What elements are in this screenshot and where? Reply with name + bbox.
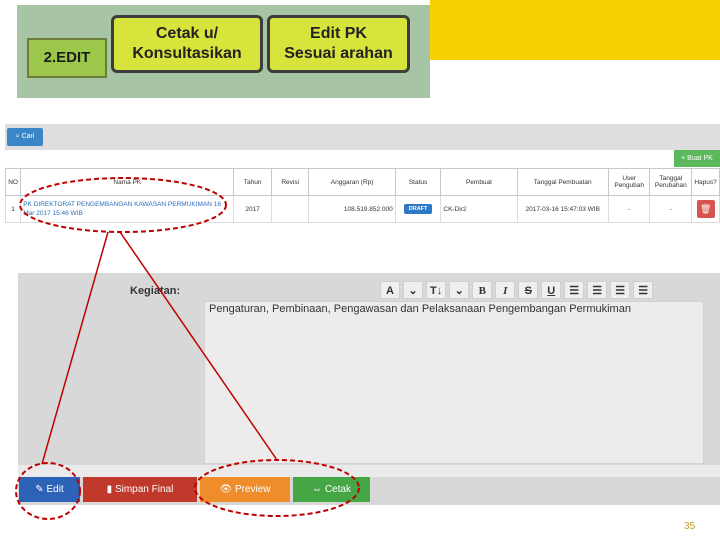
th-revisi: Revisi xyxy=(270,168,310,196)
underline-button[interactable]: U xyxy=(541,281,562,299)
ordered-list-icon[interactable]: ☰ xyxy=(587,281,608,299)
header-yellow-band xyxy=(430,0,720,60)
bold-button[interactable]: B xyxy=(472,281,493,299)
cell-revisi xyxy=(270,195,310,223)
th-user-pengubah: User Pengubah xyxy=(607,168,651,196)
edit-step-tab: 2.EDIT xyxy=(27,38,107,78)
edit-button[interactable]: ✎ Edit xyxy=(19,477,80,502)
print-icon: ⇔ xyxy=(312,484,325,495)
kegiatan-editor[interactable]: Pengaturan, Pembinaan, Pengawasan dan Pe… xyxy=(204,301,704,464)
text-size-button[interactable]: T↓ xyxy=(426,281,447,299)
cetak-label: Cetak xyxy=(324,484,351,495)
page-number: 35 xyxy=(684,521,696,532)
th-status: Status xyxy=(394,168,442,196)
font-color-button[interactable]: A xyxy=(380,281,400,299)
kegiatan-label: Kegiatan: xyxy=(130,285,181,297)
edit-label: Edit xyxy=(46,484,64,495)
table-header-row: NO Nama PK Tahun Revisi Anggaran (Rp) St… xyxy=(4,168,720,196)
align-left-icon[interactable]: ☰ xyxy=(610,281,631,299)
list-icon[interactable]: ☰ xyxy=(564,281,585,299)
editor-toolbar: A ⌄ T↓ ⌄ B I S U ☰ ☰ ☰ ☰ xyxy=(380,281,695,301)
text-size-dropdown[interactable]: ⌄ xyxy=(449,281,470,299)
step-banner: 2.EDIT Cetak u/ Konsultasikan Edit PK Se… xyxy=(17,5,430,98)
eye-icon: 👁 xyxy=(219,484,235,495)
cell-nama-link[interactable]: PK DIREKTORAT PENGEMBANGAN KAWASAN PERMU… xyxy=(20,195,235,223)
preview-button[interactable]: 👁 Preview xyxy=(200,477,290,502)
buat-pk-button[interactable]: + Buat PK xyxy=(674,150,720,167)
strikethrough-button[interactable]: S xyxy=(518,281,539,299)
cetak-konsultasikan-pill: Cetak u/ Konsultasikan xyxy=(111,15,263,73)
simpan-final-button[interactable]: ▮ Simpan Final xyxy=(83,477,197,502)
edit-pk-pill: Edit PK Sesuai arahan xyxy=(267,15,410,73)
align-center-icon[interactable]: ☰ xyxy=(633,281,654,299)
cell-tanggal-pembuatan: 2017-03-16 15:47:03 WIB xyxy=(516,195,609,223)
th-nama: Nama PK xyxy=(20,168,235,196)
th-pembuat: Pembuat xyxy=(440,168,518,196)
search-icon: ⌕ xyxy=(15,133,20,140)
delete-icon[interactable]: 🗑 xyxy=(696,200,715,218)
pk-table: NO Nama PK Tahun Revisi Anggaran (Rp) St… xyxy=(4,168,720,223)
cell-anggaran: 108.519.852.000 xyxy=(308,195,396,223)
status-badge: DRAFT xyxy=(403,204,433,214)
th-tanggal-perubahan: Tanggal Perubahan xyxy=(649,168,693,196)
cari-label: Cari xyxy=(21,133,35,140)
pill-edit-line1: Edit PK xyxy=(310,25,367,42)
edit-step-label: 2.EDIT xyxy=(43,49,91,66)
pill-edit-line2: Sesuai arahan xyxy=(284,45,393,62)
cetak-button[interactable]: ⇔ Cetak xyxy=(293,477,370,502)
cell-tanggal-perubahan: - xyxy=(649,195,693,223)
pill-cetak-line1: Cetak u/ xyxy=(155,25,219,42)
th-anggaran: Anggaran (Rp) xyxy=(308,168,396,196)
pill-cetak-line2: Konsultasikan xyxy=(132,45,242,62)
editor-footer-strip xyxy=(18,465,720,477)
cell-no: 1 xyxy=(4,195,22,223)
edit-icon: ✎ xyxy=(35,484,47,495)
th-hapus: Hapus? xyxy=(691,168,720,196)
preview-label: Preview xyxy=(234,484,271,495)
cell-user-pengubah: - xyxy=(607,195,651,223)
cell-status: DRAFT xyxy=(394,195,442,223)
bookmark-icon: ▮ xyxy=(106,484,115,495)
cell-pembuat: CK-Dir2 xyxy=(440,195,518,223)
simpan-label: Simpan Final xyxy=(114,484,174,495)
cari-button[interactable]: ⌕ Cari xyxy=(7,128,43,146)
table-row[interactable]: 1 PK DIREKTORAT PENGEMBANGAN KAWASAN PER… xyxy=(4,195,720,223)
th-tanggal-pembuatan: Tanggal Pembuatan xyxy=(516,168,609,196)
cell-tahun: 2017 xyxy=(233,195,272,223)
italic-button[interactable]: I xyxy=(495,281,516,299)
font-color-dropdown[interactable]: ⌄ xyxy=(403,281,423,299)
th-no: NO xyxy=(4,168,22,196)
th-tahun: Tahun xyxy=(233,168,272,196)
search-bar xyxy=(5,124,720,150)
cell-hapus: 🗑 xyxy=(691,195,720,223)
